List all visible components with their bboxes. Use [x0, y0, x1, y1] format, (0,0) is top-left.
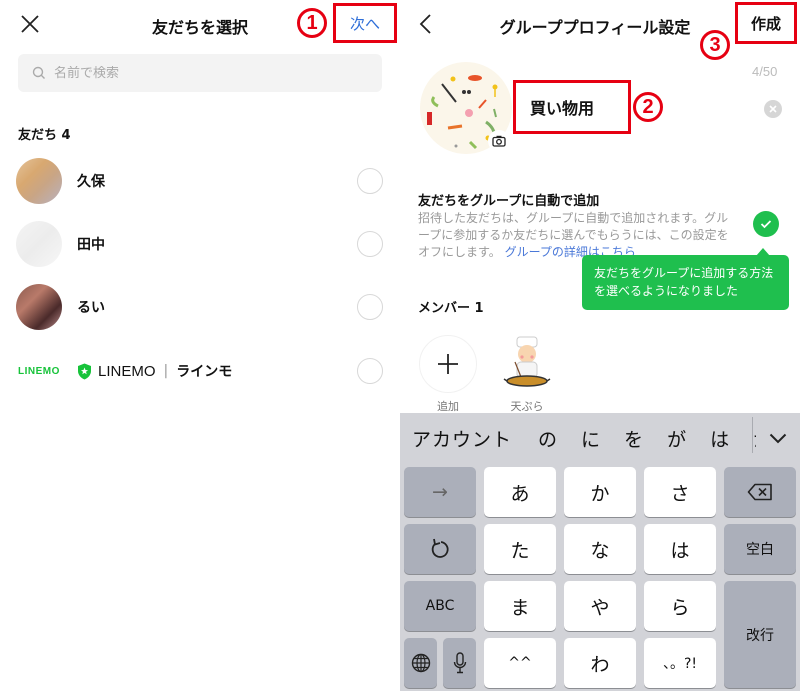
- annotation-badge-2: 2: [633, 92, 663, 122]
- friend-name: 久保: [77, 174, 105, 190]
- friend-row-linemo[interactable]: LINEMO LINEMO | ラインモ: [0, 340, 400, 402]
- select-friends-screen: 友だちを選択 1 次へ 友だち 4 久保 田中 るい LINEMO LINEMO…: [0, 0, 400, 691]
- tooltip: 友だちをグループに追加する方法を選べるようになりました: [582, 248, 789, 310]
- friend-name: LINEMO | ラインモ: [77, 361, 232, 381]
- search-input[interactable]: [54, 65, 354, 81]
- friends-section-label: 友だち 4: [18, 128, 71, 143]
- microphone-icon: [453, 652, 466, 674]
- japanese-keyboard: アカウント の に を が は か → あ か さ た な は 空白 ABC ま…: [400, 413, 800, 691]
- auto-add-title: 友だちをグループに自動で追加: [418, 194, 600, 209]
- key-abc[interactable]: ABC: [404, 581, 476, 631]
- key-kaomoji[interactable]: ^^: [484, 638, 556, 688]
- linemo-logo: LINEMO: [18, 365, 60, 377]
- annotation-highlight-group-name: [513, 80, 631, 134]
- search-icon: [32, 66, 45, 79]
- annotation-badge-3: 3: [700, 30, 730, 60]
- header: 友だちを選択 1 次へ: [0, 0, 400, 50]
- key-punctuation[interactable]: 、。?!: [644, 638, 716, 688]
- key-microphone[interactable]: [443, 638, 476, 688]
- select-checkbox[interactable]: [357, 231, 383, 257]
- change-photo-button[interactable]: [488, 130, 510, 152]
- plus-icon: [438, 354, 458, 374]
- member-item[interactable]: 天ぷら: [497, 335, 557, 414]
- avatar: [16, 221, 62, 267]
- members-label: メンバー 1: [418, 301, 484, 316]
- select-checkbox[interactable]: [357, 358, 383, 384]
- key-ra[interactable]: ら: [644, 581, 716, 631]
- member-avatar: [498, 335, 556, 393]
- candidate-divider: [752, 417, 753, 453]
- friend-row-kubo[interactable]: 久保: [0, 150, 400, 212]
- key-return[interactable]: 改行: [724, 581, 796, 688]
- key-ka[interactable]: か: [564, 467, 636, 517]
- friend-row-rui[interactable]: るい: [0, 276, 400, 338]
- candidate-item[interactable]: は: [710, 425, 729, 452]
- avatar: [16, 158, 62, 204]
- key-sa[interactable]: さ: [644, 467, 716, 517]
- next-button[interactable]: 次へ: [350, 13, 380, 34]
- create-button[interactable]: 作成: [751, 13, 781, 34]
- key-ta[interactable]: た: [484, 524, 556, 574]
- name-separator: |: [163, 363, 169, 379]
- friend-name: るい: [77, 300, 105, 316]
- annotation-highlight-create: 作成: [735, 2, 797, 44]
- group-name-input[interactable]: [530, 97, 620, 117]
- undo-icon: [431, 538, 449, 558]
- add-member-label: 追加: [437, 400, 459, 413]
- select-checkbox[interactable]: [357, 168, 383, 194]
- candidate-item[interactable]: が: [667, 425, 686, 452]
- annotation-highlight-next: 次へ: [333, 3, 397, 43]
- add-member-circle: [419, 335, 477, 393]
- candidate-item[interactable]: アカウント: [412, 425, 512, 452]
- auto-add-toggle[interactable]: [753, 211, 779, 237]
- key-na[interactable]: な: [564, 524, 636, 574]
- candidate-item[interactable]: に: [581, 425, 600, 452]
- candidate-bar: アカウント の に を が は か: [400, 413, 800, 463]
- candidate-item[interactable]: の: [538, 425, 557, 452]
- globe-icon: [411, 653, 430, 673]
- chef-avatar-icon: [503, 336, 551, 387]
- avatar: [16, 284, 62, 330]
- backspace-icon: [747, 483, 772, 501]
- clear-name-button[interactable]: [764, 100, 782, 118]
- key-ma[interactable]: ま: [484, 581, 556, 631]
- key-globe[interactable]: [404, 638, 437, 688]
- add-member-button[interactable]: 追加: [418, 335, 478, 414]
- candidate-item[interactable]: を: [624, 425, 643, 452]
- char-counter: 4/50: [752, 64, 778, 79]
- clear-icon: [769, 105, 777, 113]
- camera-icon: [492, 135, 506, 147]
- chevron-down-icon: [769, 433, 787, 443]
- checkmark-icon: [760, 220, 772, 229]
- key-ha[interactable]: は: [644, 524, 716, 574]
- auto-add-description: 招待した友だちは、グループに自動で追加されます。グループに参加するか友だちに選ん…: [418, 210, 736, 261]
- official-shield-icon: [78, 363, 91, 379]
- search-bar[interactable]: [18, 54, 382, 92]
- key-undo[interactable]: [404, 524, 476, 574]
- key-wa[interactable]: わ: [564, 638, 636, 688]
- key-a[interactable]: あ: [484, 467, 556, 517]
- expand-candidates-button[interactable]: [756, 413, 800, 463]
- key-ya[interactable]: や: [564, 581, 636, 631]
- friend-name-primary: LINEMO: [98, 362, 156, 380]
- friend-name-secondary: ラインモ: [176, 364, 233, 380]
- member-name: 天ぷら: [510, 400, 544, 413]
- select-checkbox[interactable]: [357, 294, 383, 320]
- friend-name: 田中: [77, 237, 105, 253]
- key-delete[interactable]: [724, 467, 796, 517]
- key-space[interactable]: 空白: [724, 524, 796, 574]
- key-arrow-right[interactable]: →: [404, 467, 476, 517]
- annotation-badge-1: 1: [297, 8, 327, 38]
- friend-row-tanaka[interactable]: 田中: [0, 213, 400, 275]
